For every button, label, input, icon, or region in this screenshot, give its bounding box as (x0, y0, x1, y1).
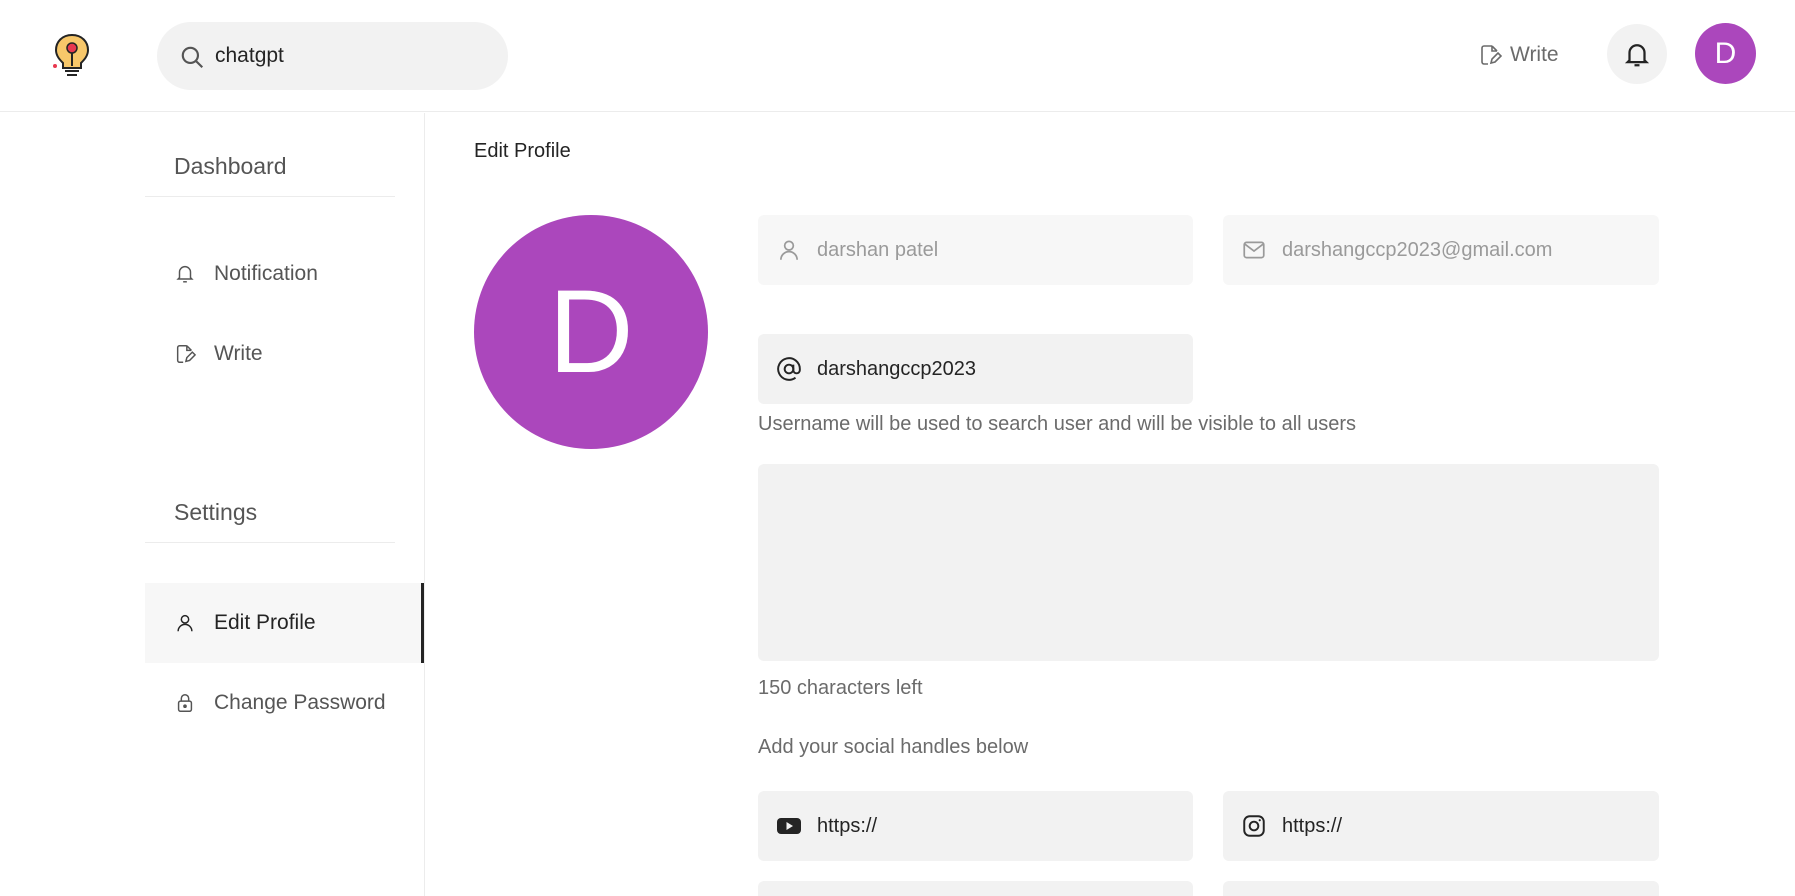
instagram-input[interactable] (1282, 809, 1645, 843)
avatar-initial: D (1714, 36, 1737, 70)
sidebar-heading-dashboard: Dashboard (145, 113, 395, 197)
top-navbar: Write D (0, 0, 1795, 112)
user-avatar-button[interactable]: D (1695, 23, 1756, 84)
sidebar-item-write[interactable]: Write (145, 314, 424, 394)
username-field[interactable] (758, 334, 1193, 404)
sidebar-item-edit-profile[interactable]: Edit Profile (145, 583, 424, 663)
username-input[interactable] (817, 352, 1179, 386)
user-icon (177, 614, 193, 632)
logo-icon[interactable] (52, 32, 92, 78)
chars-left-counter: 150 characters left (758, 677, 923, 699)
sidebar-item-notification[interactable]: Notification (145, 234, 424, 314)
sidebar-item-change-password[interactable]: Change Password (145, 663, 424, 743)
at-icon (777, 357, 801, 381)
fullname-field (758, 215, 1193, 285)
sidebar-heading-settings: Settings (145, 459, 395, 543)
mail-icon (1243, 241, 1265, 259)
search-input[interactable] (215, 40, 485, 72)
bell-icon (176, 266, 194, 283)
search-bar[interactable] (157, 22, 508, 90)
youtube-input[interactable] (817, 809, 1179, 843)
sidebar-item-label: Change Password (214, 691, 386, 714)
username-hint: Username will be used to search user and… (758, 413, 1357, 435)
write-icon (176, 345, 196, 363)
social-field-partial[interactable] (1223, 881, 1659, 896)
profile-avatar[interactable]: D (474, 215, 708, 449)
sidebar-item-label: Notification (214, 262, 318, 285)
social-heading: Add your social handles below (758, 736, 1029, 758)
youtube-field[interactable] (758, 791, 1193, 861)
youtube-icon (777, 818, 801, 834)
bell-icon (1624, 44, 1650, 67)
write-label: Write (1510, 43, 1559, 66)
social-field-partial[interactable] (758, 881, 1193, 896)
instagram-field[interactable] (1223, 791, 1659, 861)
page-title: Edit Profile (474, 140, 571, 162)
sidebar: Dashboard Notification Write Settings Ed… (0, 113, 425, 896)
email-field (1223, 215, 1659, 285)
email-input (1282, 233, 1645, 267)
bio-textarea[interactable] (758, 464, 1659, 661)
sidebar-item-label: Edit Profile (214, 611, 316, 634)
write-link[interactable]: Write (1478, 40, 1559, 70)
fullname-input (817, 233, 1179, 267)
instagram-icon (1243, 815, 1265, 837)
notification-button[interactable] (1607, 24, 1667, 84)
user-icon (780, 240, 798, 260)
write-icon (1481, 45, 1502, 65)
sidebar-item-label: Write (214, 342, 263, 365)
profile-avatar-initial: D (548, 266, 634, 398)
lock-icon (177, 694, 193, 712)
search-icon (181, 46, 204, 69)
